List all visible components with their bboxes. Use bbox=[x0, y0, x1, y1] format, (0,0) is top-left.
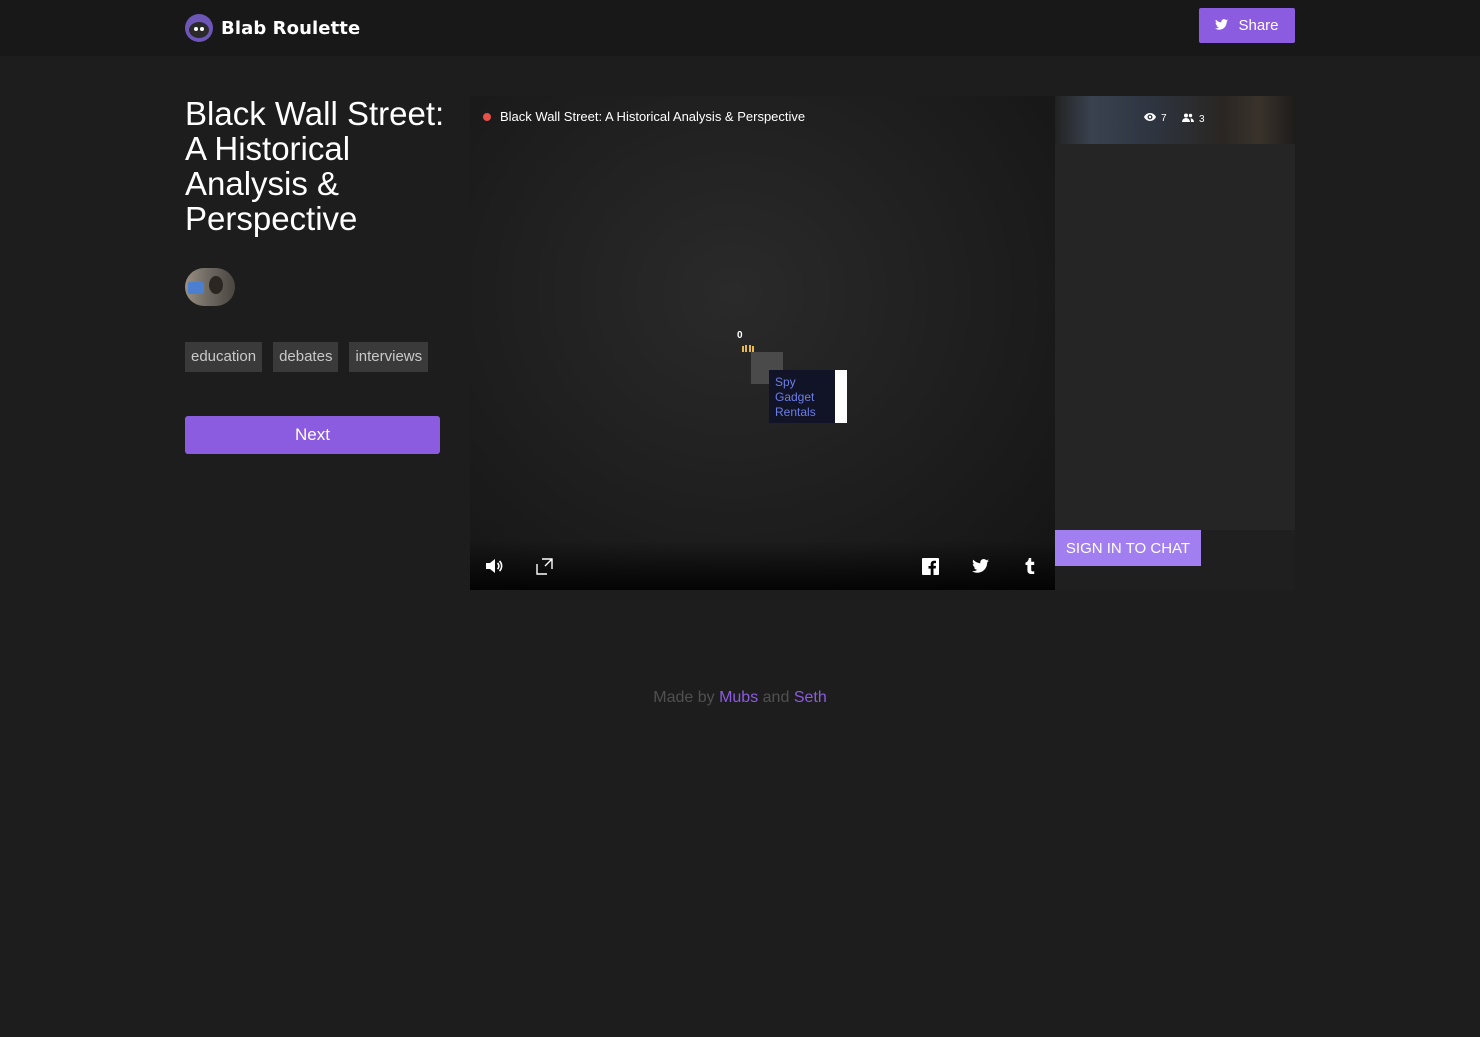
fullscreen-icon[interactable] bbox=[535, 557, 553, 575]
twitter-icon bbox=[1215, 17, 1229, 34]
top-navbar: Blab Roulette Share bbox=[0, 0, 1480, 56]
tag-interviews[interactable]: interviews bbox=[349, 342, 429, 372]
brand-name: Blab Roulette bbox=[221, 17, 361, 39]
author-mubs-link[interactable]: Mubs bbox=[719, 689, 758, 706]
sign-in-to-chat-button[interactable]: SIGN IN TO CHAT bbox=[1055, 530, 1201, 566]
author-seth-link[interactable]: Seth bbox=[794, 689, 827, 706]
broadcaster-thumbnail[interactable] bbox=[1055, 96, 1295, 144]
facebook-icon[interactable] bbox=[921, 557, 939, 575]
viewer-count-value: 7 bbox=[1161, 113, 1167, 124]
share-label: Share bbox=[1238, 17, 1279, 34]
users-icon bbox=[1182, 113, 1194, 125]
player-controls bbox=[470, 540, 1055, 590]
reaction-count: 0 bbox=[737, 330, 743, 341]
video-player[interactable]: Black Wall Street: A Historical Analysis… bbox=[470, 96, 1055, 590]
listener-count-value: 3 bbox=[1199, 113, 1205, 125]
ad-banner[interactable]: Spy Gadget Rentals bbox=[769, 370, 835, 423]
next-button[interactable]: Next bbox=[185, 416, 440, 454]
tag-debates[interactable]: debates bbox=[273, 342, 339, 372]
tag-education[interactable]: education bbox=[185, 342, 263, 372]
and-text: and bbox=[762, 689, 790, 706]
tumblr-icon[interactable] bbox=[1021, 557, 1039, 575]
host-avatar[interactable] bbox=[185, 268, 235, 306]
footer-credits: Made by Mubs and Seth bbox=[0, 689, 1480, 707]
listener-count: 3 bbox=[1182, 113, 1205, 125]
volume-icon[interactable] bbox=[486, 557, 504, 575]
video-title: Black Wall Street: A Historical Analysis… bbox=[500, 109, 806, 124]
live-indicator bbox=[483, 113, 491, 121]
eye-icon bbox=[1144, 113, 1156, 124]
owl-logo-icon bbox=[185, 14, 213, 42]
chat-panel bbox=[1055, 144, 1295, 530]
viewer-count: 7 bbox=[1144, 113, 1167, 124]
share-button[interactable]: Share bbox=[1199, 8, 1295, 43]
made-by-text: Made by bbox=[653, 689, 715, 706]
twitter-share-icon[interactable] bbox=[971, 557, 989, 575]
ad-text[interactable]: Spy Gadget Rentals bbox=[775, 375, 825, 420]
brand[interactable]: Blab Roulette bbox=[185, 14, 360, 42]
tag-list: education debates interviews bbox=[185, 342, 429, 372]
blab-title: Black Wall Street: A Historical Analysis… bbox=[185, 95, 445, 237]
ad-scrollbar bbox=[835, 370, 847, 423]
